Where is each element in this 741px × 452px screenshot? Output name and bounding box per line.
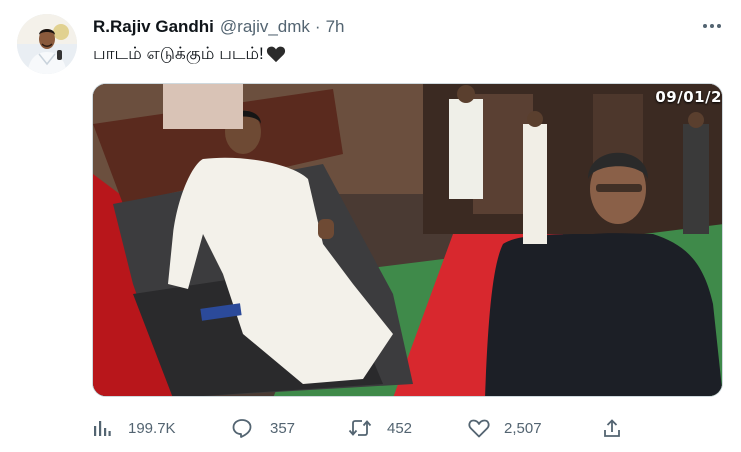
assembly-photo [93, 84, 722, 396]
retweet-count: 452 [387, 419, 413, 437]
reply-button[interactable]: 357 [232, 415, 295, 441]
reply-icon [232, 419, 252, 438]
tweet-header: R.Rajiv Gandhi @rajiv_dmk · 7h [93, 16, 345, 38]
separator-dot: · [314, 17, 321, 36]
share-icon [604, 419, 620, 437]
reply-count: 357 [270, 419, 296, 437]
more-options-icon[interactable] [701, 18, 723, 34]
retweet-button[interactable]: 452 [348, 415, 412, 441]
views-button[interactable]: 199.7K [92, 415, 176, 441]
display-name[interactable]: R.Rajiv Gandhi [93, 17, 214, 37]
tweet-media-image[interactable]: 09/01/2 [92, 83, 723, 397]
tweet-card[interactable]: R.Rajiv Gandhi @rajiv_dmk · 7h பாடம் எடு… [0, 0, 741, 452]
avatar[interactable] [17, 14, 77, 74]
timestamp[interactable]: 7h [326, 17, 345, 37]
video-date-overlay: 09/01/2 [655, 88, 722, 106]
views-count: 199.7K [128, 419, 176, 437]
like-heart-icon [468, 419, 490, 438]
avatar-photo [17, 14, 77, 74]
like-count: 2,507 [504, 419, 542, 437]
share-button[interactable] [602, 415, 622, 441]
tweet-text-content: பாடம் எடுக்கும் படம்! [93, 44, 264, 63]
like-button[interactable]: 2,507 [468, 415, 542, 441]
black-heart-icon [266, 46, 285, 63]
tweet-text: பாடம் எடுக்கும் படம்! [93, 42, 286, 66]
retweet-icon [348, 420, 372, 436]
tweet-actions: 199.7K 357 452 2,507 [92, 415, 632, 441]
analytics-icon [94, 421, 111, 436]
user-handle[interactable]: @rajiv_dmk [220, 17, 310, 37]
